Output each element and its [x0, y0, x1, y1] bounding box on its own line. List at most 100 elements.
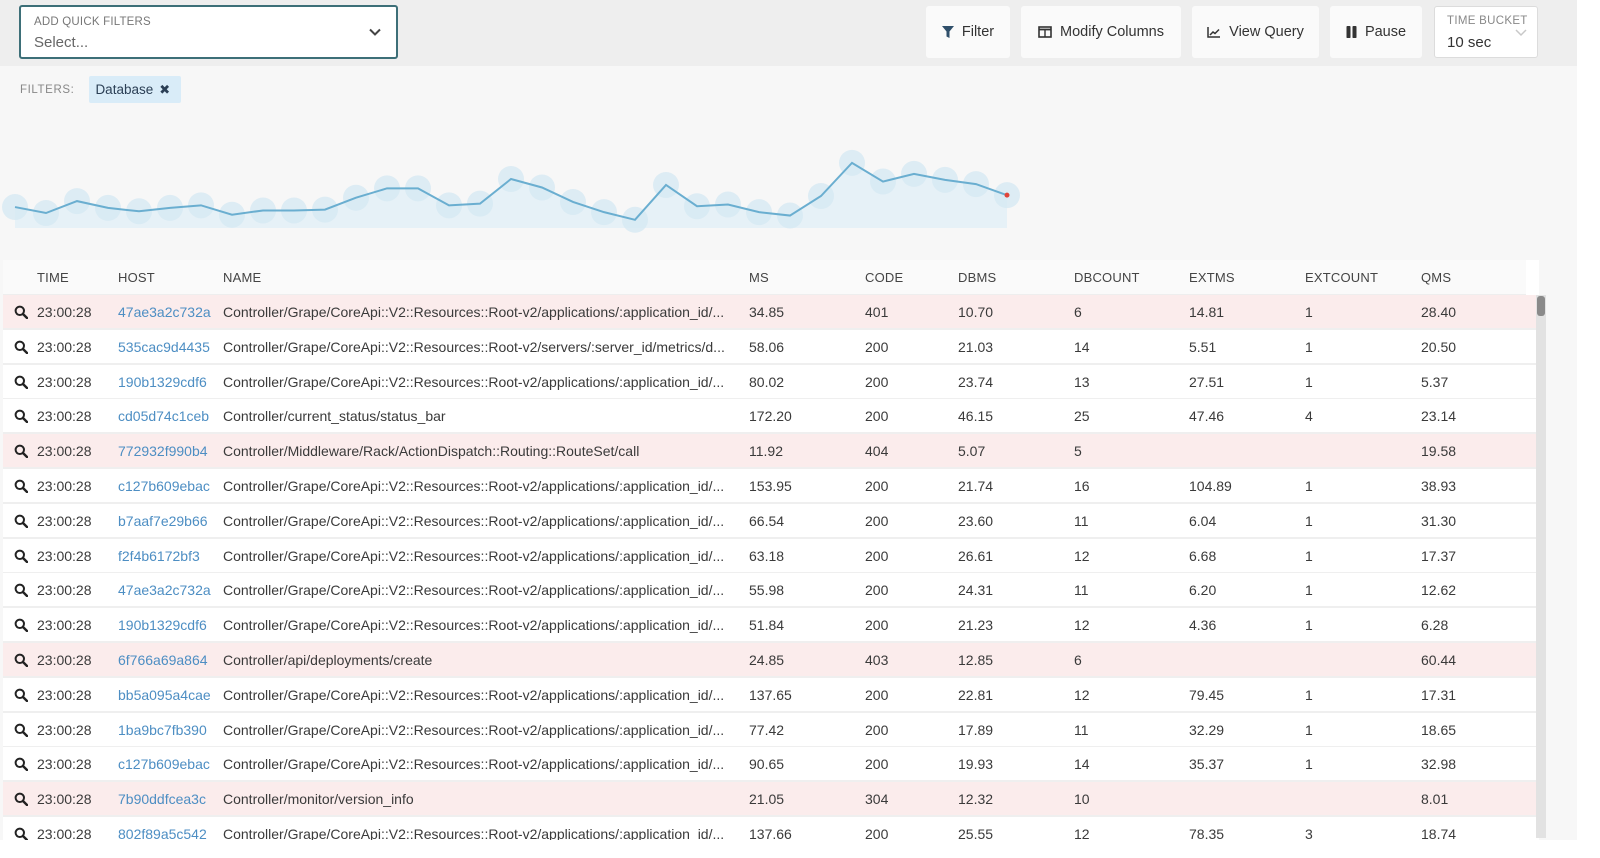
table-row[interactable]: 23:00:28 47ae3a2c732a Controller/Grape/Cor…: [3, 295, 1539, 330]
table-row[interactable]: 23:00:28 802f89a5c542 Controller/Grape/Cor…: [3, 817, 1539, 840]
column-header-ms[interactable]: MS: [749, 270, 769, 285]
cell-host[interactable]: f2f4b6172bf3: [118, 548, 200, 564]
table-row[interactable]: 23:00:28 7b90ddfcea3c Controller/monitor/v…: [3, 782, 1539, 818]
cell-host[interactable]: cd05d74c1ceb: [118, 408, 209, 424]
cell-extms: 14.81: [1189, 304, 1225, 320]
search-icon[interactable]: [14, 688, 29, 705]
cell-qms: 17.37: [1421, 547, 1457, 564]
cell-extms: 4.36: [1189, 617, 1217, 634]
cell-host[interactable]: 190b1329cdf6: [118, 617, 207, 633]
search-icon[interactable]: [14, 340, 29, 357]
table-row[interactable]: 23:00:28 bb5a095a4cae Controller/Grape/Cor…: [3, 677, 1539, 713]
cell-name: Controller/Grape/CoreApi::V2::Resources:…: [223, 686, 725, 703]
search-icon[interactable]: [14, 444, 29, 461]
cell-dbcount: 13: [1074, 373, 1090, 390]
column-header-code[interactable]: CODE: [865, 270, 903, 285]
column-header-host[interactable]: HOST: [118, 270, 155, 285]
quick-filters-select[interactable]: ADD QUICK FILTERS Select...: [19, 5, 398, 59]
bottom-edge: [0, 840, 1577, 858]
cell-host[interactable]: bb5a095a4cae: [118, 687, 211, 703]
cell-dbms: 10.70: [958, 304, 994, 320]
time-bucket-select[interactable]: TIME BUCKET 10 sec: [1434, 6, 1538, 58]
cell-host[interactable]: 7b90ddfcea3c: [118, 791, 206, 807]
cell-host[interactable]: 772932f990b4: [118, 443, 208, 459]
cell-host[interactable]: 47ae3a2c732a: [118, 304, 211, 320]
column-header-qms[interactable]: QMS: [1421, 270, 1451, 285]
close-icon[interactable]: ✖: [159, 82, 170, 98]
search-icon[interactable]: [14, 479, 29, 496]
table-row[interactable]: 23:00:28 535cac9d4435 Controller/Grape/Cor…: [3, 329, 1539, 365]
scrollbar-thumb[interactable]: [1537, 296, 1545, 316]
cell-extms: 47.46: [1189, 408, 1225, 425]
cell-extms: 79.45: [1189, 686, 1225, 703]
search-icon[interactable]: [14, 583, 29, 600]
cell-dbcount: 25: [1074, 408, 1090, 425]
cell-extcount: 1: [1305, 304, 1313, 320]
cell-host[interactable]: 6f766a69a864: [118, 652, 208, 668]
filter-chip-database[interactable]: Database ✖: [89, 76, 182, 103]
sparkline-latest-point: [1004, 192, 1010, 198]
cell-dbms: 23.74: [958, 373, 994, 390]
cell-qms: 38.93: [1421, 478, 1457, 494]
cell-qms: 60.44: [1421, 652, 1457, 668]
column-header-extcount[interactable]: EXTCOUNT: [1305, 270, 1378, 285]
search-icon[interactable]: [14, 375, 29, 392]
search-icon[interactable]: [14, 409, 29, 426]
table-row[interactable]: 23:00:28 1ba9bc7fb390 Controller/Grape/Cor…: [3, 712, 1539, 748]
column-header-extms[interactable]: EXTMS: [1189, 270, 1235, 285]
search-icon[interactable]: [14, 792, 29, 809]
column-header-dbms[interactable]: DBMS: [958, 270, 996, 285]
cell-host[interactable]: b7aaf7e29b66: [118, 513, 208, 529]
column-header-time[interactable]: TIME: [37, 270, 69, 285]
cell-extms: 27.51: [1189, 373, 1225, 390]
search-icon[interactable]: [14, 618, 29, 635]
cell-qms: 18.65: [1421, 721, 1457, 738]
table-row[interactable]: 23:00:28 c127b609ebac Controller/Grape/Cor…: [3, 469, 1539, 504]
cell-code: 200: [865, 478, 889, 494]
view-query-button[interactable]: View Query: [1192, 6, 1319, 58]
table-row[interactable]: 23:00:28 f2f4b6172bf3 Controller/Grape/Cor…: [3, 538, 1539, 574]
table-row[interactable]: 23:00:28 6f766a69a864 Controller/api/deplo…: [3, 643, 1539, 678]
pause-button[interactable]: Pause: [1330, 6, 1422, 58]
search-icon[interactable]: [14, 653, 29, 670]
cell-qms: 5.37: [1421, 373, 1449, 390]
search-icon[interactable]: [14, 305, 29, 322]
cell-extcount: 1: [1305, 617, 1313, 634]
modify-columns-button[interactable]: Modify Columns: [1021, 6, 1181, 58]
cell-ms: 172.20: [749, 408, 792, 425]
search-icon[interactable]: [14, 723, 29, 740]
page: ADD QUICK FILTERS Select... Filter Modif…: [0, 0, 1577, 858]
search-icon[interactable]: [14, 827, 29, 840]
cell-dbcount: 11: [1074, 512, 1089, 529]
cell-dbms: 17.89: [958, 721, 994, 738]
view-query-label: View Query: [1229, 24, 1304, 40]
search-icon[interactable]: [14, 549, 29, 566]
cell-host[interactable]: c127b609ebac: [118, 756, 210, 772]
search-icon[interactable]: [14, 757, 29, 774]
column-header-name[interactable]: NAME: [223, 270, 261, 285]
traces-table: TIME HOST NAME MS CODE DBMS DBCOUNT EXTMS EXTCOU…: [3, 260, 1539, 840]
column-header-dbcount[interactable]: DBCOUNT: [1074, 270, 1140, 285]
cell-name: Controller/Grape/CoreApi::V2::Resources:…: [223, 617, 725, 634]
table-row[interactable]: 23:00:28 c127b609ebac Controller/Grape/Cor…: [3, 747, 1539, 783]
cell-code: 200: [865, 512, 889, 529]
cell-host[interactable]: 535cac9d4435: [118, 339, 210, 355]
toolbar: ADD QUICK FILTERS Select... Filter Modif…: [0, 0, 1577, 66]
table-row[interactable]: 23:00:28 47ae3a2c732a Controller/Grape/Cor…: [3, 573, 1539, 609]
table-row[interactable]: 23:00:28 190b1329cdf6 Controller/Grape/Cor…: [3, 364, 1539, 400]
table-row[interactable]: 23:00:28 b7aaf7e29b66 Controller/Grape/Cor…: [3, 503, 1539, 539]
cell-host[interactable]: 47ae3a2c732a: [118, 582, 211, 598]
cell-extcount: 1: [1305, 721, 1313, 738]
table-row[interactable]: 23:00:28 cd05d74c1ceb Controller/current_s…: [3, 399, 1539, 435]
cell-host[interactable]: 802f89a5c542: [118, 826, 207, 840]
cell-host[interactable]: c127b609ebac: [118, 478, 210, 494]
search-icon[interactable]: [14, 514, 29, 531]
table-row[interactable]: 23:00:28 190b1329cdf6 Controller/Grape/Cor…: [3, 608, 1539, 644]
cell-host[interactable]: 1ba9bc7fb390: [118, 722, 207, 738]
filter-button[interactable]: Filter: [926, 6, 1010, 58]
cell-host[interactable]: 190b1329cdf6: [118, 374, 207, 390]
scrollbar-track[interactable]: [1536, 295, 1546, 838]
cell-time: 23:00:28: [37, 756, 92, 773]
table-row[interactable]: 23:00:28 772932f990b4 Controller/Middlewar…: [3, 434, 1539, 470]
cell-name: Controller/Grape/CoreApi::V2::Resources:…: [223, 478, 725, 494]
